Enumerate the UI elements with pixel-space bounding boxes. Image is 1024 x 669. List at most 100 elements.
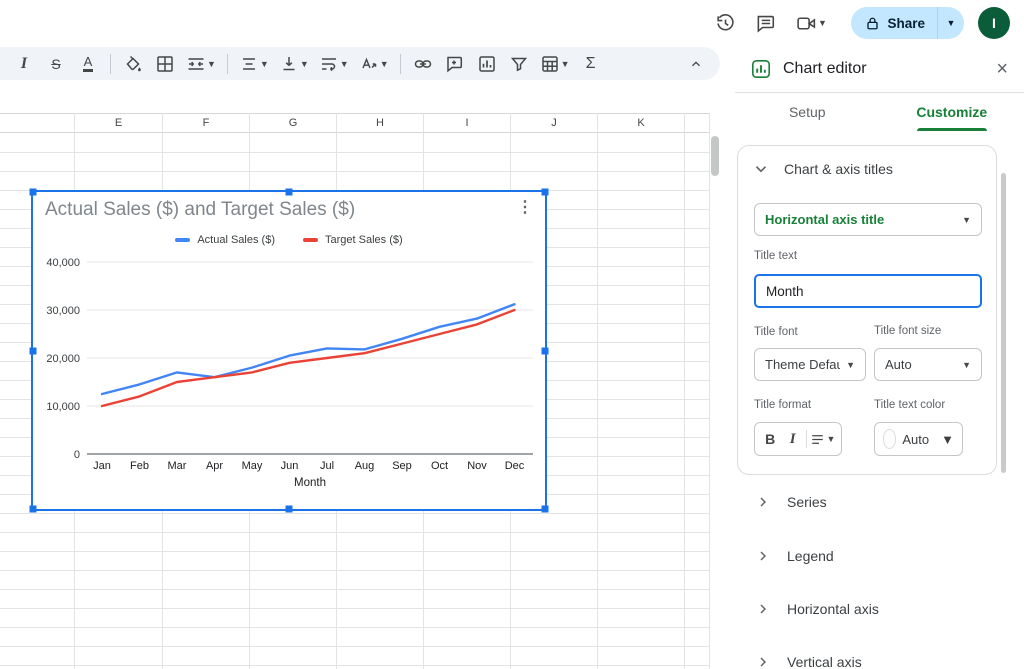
column-header[interactable]: E xyxy=(75,114,163,132)
svg-text:40,000: 40,000 xyxy=(46,257,80,269)
chevron-right-icon xyxy=(755,601,771,617)
avatar[interactable]: I xyxy=(978,7,1010,39)
version-history-icon[interactable] xyxy=(709,7,741,39)
column-header[interactable] xyxy=(685,114,710,132)
table-views-icon[interactable]: ▼ xyxy=(538,51,572,77)
resize-handle[interactable] xyxy=(30,506,37,513)
functions-icon[interactable]: Σ xyxy=(578,51,604,77)
title-text-color-label: Title text color xyxy=(874,399,945,411)
axis-title-selector[interactable]: Horizontal axis title ▼ xyxy=(754,203,982,236)
chart-editor-icon xyxy=(751,59,771,79)
app-window: ▼ Share ▼ I ISA▼▼▼▼▼▼Σ EFGHIJK Actual Sa… xyxy=(0,0,1024,669)
chevron-down-icon: ▼ xyxy=(340,59,349,69)
resize-handle[interactable] xyxy=(542,506,549,513)
divider xyxy=(400,54,401,74)
title-text-label: Title text xyxy=(754,250,797,262)
bold-icon[interactable]: B xyxy=(759,426,781,452)
insert-link-icon[interactable] xyxy=(410,51,436,77)
chart-axis-titles-section: Chart & axis titles Horizontal axis titl… xyxy=(737,145,997,475)
title-format-group: B I ▼ xyxy=(754,422,842,456)
section-series[interactable]: Series xyxy=(735,485,1015,519)
lock-icon xyxy=(865,16,880,31)
svg-text:10,000: 10,000 xyxy=(46,401,80,413)
svg-text:Sep: Sep xyxy=(392,460,412,472)
merge-cells-icon[interactable]: ▼ xyxy=(184,51,218,77)
fill-color-icon[interactable] xyxy=(120,51,146,77)
text-rotation-icon[interactable]: ▼ xyxy=(357,51,391,77)
chevron-down-icon: ▼ xyxy=(561,59,570,69)
svg-text:Feb: Feb xyxy=(130,460,149,472)
section-horizontal-axis[interactable]: Horizontal axis xyxy=(735,592,1015,626)
panel-tabs: Setup Customize xyxy=(735,93,1024,131)
tab-setup[interactable]: Setup xyxy=(735,93,880,131)
chevron-down-icon: ▼ xyxy=(846,360,855,370)
text-wrap-icon[interactable]: ▼ xyxy=(317,51,351,77)
chevron-down-icon: ▼ xyxy=(818,18,827,28)
share-button-group: Share ▼ xyxy=(851,7,964,39)
embedded-chart[interactable]: Actual Sales ($) and Target Sales ($) ⋮ … xyxy=(31,190,547,511)
vertical-align-icon[interactable]: ▼ xyxy=(277,51,311,77)
svg-text:Mar: Mar xyxy=(168,460,187,472)
chevron-down-icon: ▼ xyxy=(380,59,389,69)
panel-scrollbar[interactable] xyxy=(1001,173,1006,473)
panel-header: Chart editor × xyxy=(751,57,1008,81)
column-header[interactable] xyxy=(0,114,75,132)
comments-icon[interactable] xyxy=(749,7,781,39)
section-header-chart-axis-titles[interactable]: Chart & axis titles xyxy=(752,160,893,178)
text-color-icon[interactable]: A xyxy=(75,51,101,77)
italic-icon[interactable]: I xyxy=(781,426,803,452)
borders-icon[interactable] xyxy=(152,51,178,77)
column-header[interactable]: F xyxy=(163,114,250,132)
collapse-toolbar-icon[interactable] xyxy=(682,51,710,77)
chevron-right-icon xyxy=(755,654,771,669)
align-icon[interactable]: ▼ xyxy=(809,426,837,452)
chevron-right-icon xyxy=(755,494,771,510)
insert-comment-icon[interactable] xyxy=(442,51,468,77)
share-button[interactable]: Share xyxy=(851,7,937,39)
resize-handle[interactable] xyxy=(30,189,37,196)
meet-camera-icon[interactable]: ▼ xyxy=(789,7,833,39)
title-text-input[interactable] xyxy=(754,274,982,308)
column-headers: EFGHIJK xyxy=(0,113,710,133)
section-vertical-axis[interactable]: Vertical axis xyxy=(735,645,1015,669)
chevron-down-icon: ▼ xyxy=(300,59,309,69)
share-dropdown-button[interactable]: ▼ xyxy=(937,7,964,39)
column-header[interactable]: I xyxy=(424,114,511,132)
section-legend[interactable]: Legend xyxy=(735,539,1015,573)
italic-icon[interactable]: I xyxy=(11,51,37,77)
strikethrough-icon[interactable]: S xyxy=(43,51,69,77)
grid-scrollbar[interactable] xyxy=(711,136,719,176)
chevron-right-icon xyxy=(755,548,771,564)
toolbar-items: ISA ▼ ▼ ▼ ▼ ▼ ▼ Σ xyxy=(8,47,607,80)
color-swatch xyxy=(883,429,896,449)
close-icon[interactable]: × xyxy=(996,59,1008,79)
column-header[interactable]: H xyxy=(337,114,424,132)
resize-handle[interactable] xyxy=(542,347,549,354)
column-header[interactable]: J xyxy=(511,114,598,132)
resize-handle[interactable] xyxy=(286,189,293,196)
column-header[interactable]: G xyxy=(250,114,337,132)
svg-text:Jun: Jun xyxy=(281,460,299,472)
resize-handle[interactable] xyxy=(542,189,549,196)
svg-text:Dec: Dec xyxy=(505,460,525,472)
chevron-down-icon: ▼ xyxy=(962,360,971,370)
chevron-down-icon xyxy=(752,160,770,178)
divider xyxy=(110,54,111,74)
title-font-label: Title font xyxy=(754,326,798,338)
resize-handle[interactable] xyxy=(286,506,293,513)
create-filter-icon[interactable] xyxy=(506,51,532,77)
resize-handle[interactable] xyxy=(30,347,37,354)
svg-text:May: May xyxy=(242,460,263,472)
insert-chart-icon[interactable] xyxy=(474,51,500,77)
chart-editor-panel: Chart editor × Setup Customize Chart & a… xyxy=(735,45,1024,669)
column-header[interactable]: K xyxy=(598,114,685,132)
svg-text:Apr: Apr xyxy=(206,460,223,472)
title-font-size-dropdown[interactable]: Auto ▼ xyxy=(874,348,982,381)
svg-text:30,000: 30,000 xyxy=(46,305,80,317)
tab-customize[interactable]: Customize xyxy=(880,93,1024,131)
chart-x-axis-title: Month xyxy=(87,477,533,489)
horizontal-align-icon[interactable]: ▼ xyxy=(237,51,271,77)
toolbar: ISA ▼ ▼ ▼ ▼ ▼ ▼ Σ xyxy=(0,47,720,80)
title-font-dropdown[interactable]: Theme Defaul… ▼ xyxy=(754,348,866,381)
title-text-color-dropdown[interactable]: Auto ▼ xyxy=(874,422,963,456)
